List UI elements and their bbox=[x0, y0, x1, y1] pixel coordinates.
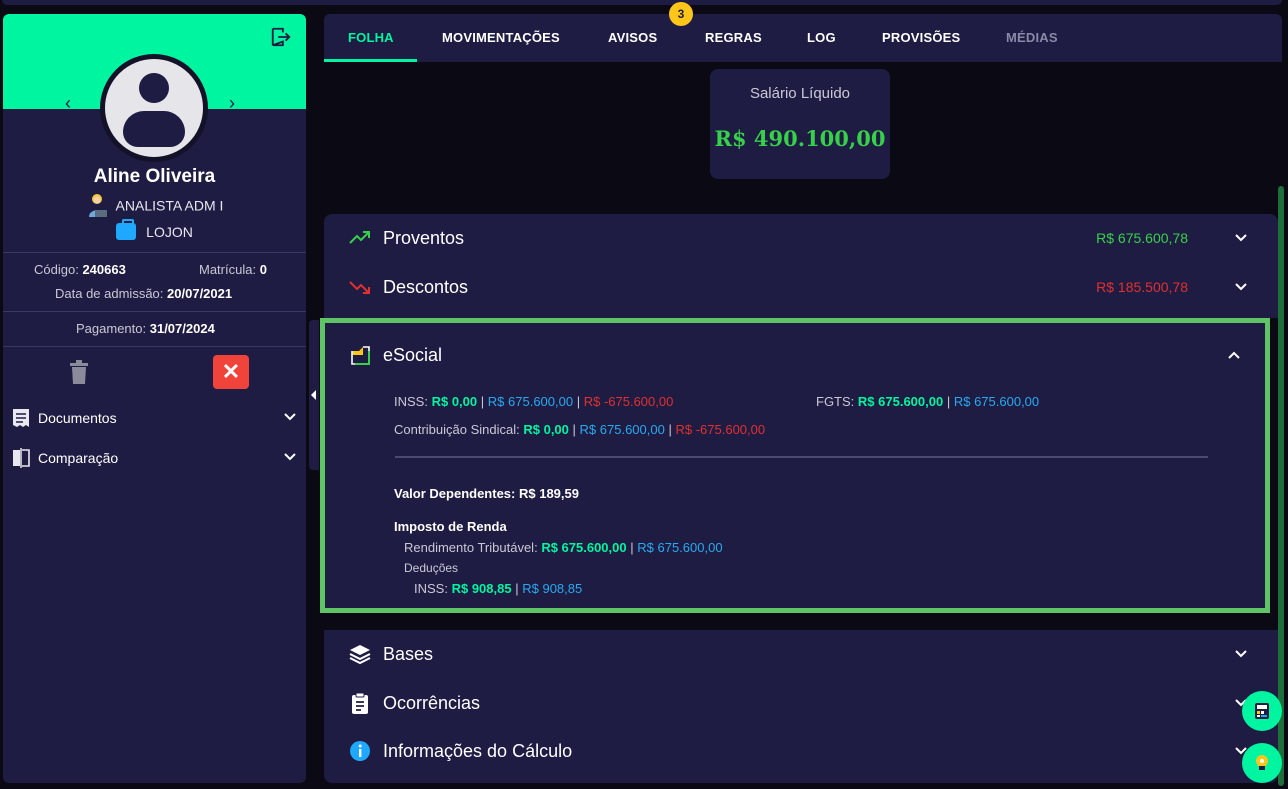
matricula-info: Matrícula: 0 bbox=[199, 262, 267, 277]
lightbulb-icon bbox=[1256, 755, 1268, 770]
divider bbox=[395, 456, 1208, 458]
avisos-count-badge: 3 bbox=[669, 2, 693, 26]
fgts-line: FGTS: R$ 675.600,00 | R$ 675.600,00 bbox=[816, 394, 1040, 409]
briefcase-icon bbox=[116, 218, 137, 240]
section-informacoes-calculo[interactable]: Informações do Cálculo bbox=[324, 727, 1278, 775]
menu-label: Comparação bbox=[38, 450, 119, 466]
imposto-renda-title: Imposto de Renda bbox=[394, 519, 507, 534]
section-title: Proventos bbox=[383, 228, 465, 248]
chevron-down-icon bbox=[284, 413, 296, 421]
top-strip bbox=[0, 0, 1288, 6]
section-esocial: eSocial INSS: R$ 0,00 | R$ 675.600,00 | … bbox=[320, 318, 1270, 613]
section-title: Descontos bbox=[383, 277, 469, 297]
dependentes-value: Valor Dependentes: R$ 189,59 bbox=[394, 486, 579, 501]
deducoes-label: Deduções bbox=[404, 561, 459, 575]
clipboard-icon bbox=[352, 692, 368, 714]
section-title[interactable]: eSocial bbox=[383, 345, 442, 366]
tab-bar: FOLHA MOVIMENTAÇÕES AVISOS REGRAS LOG PR… bbox=[324, 14, 1282, 62]
receipt-icon bbox=[13, 409, 29, 427]
section-title: Informações do Cálculo bbox=[383, 741, 573, 761]
menu-label: Documentos bbox=[38, 410, 117, 426]
menu-item-documentos[interactable]: Documentos bbox=[11, 406, 301, 430]
info-icon bbox=[350, 741, 370, 761]
deducao-inss-line: INSS: R$ 908,85 | R$ 908,85 bbox=[414, 581, 583, 596]
employee-sidebar: ‹ › Aline Oliveira ANALISTA ADM I LOJON … bbox=[3, 14, 306, 783]
next-employee-icon[interactable]: › bbox=[229, 94, 243, 112]
section-ocorrencias[interactable]: Ocorrências bbox=[324, 679, 1278, 727]
divider bbox=[3, 252, 306, 253]
employee-company: LOJON bbox=[3, 218, 306, 242]
sidebar-collapse-handle[interactable] bbox=[309, 320, 319, 470]
section-title: Bases bbox=[383, 644, 434, 664]
admissao-info: Data de admissão: 20/07/2021 bbox=[55, 286, 233, 301]
section-proventos[interactable]: Proventos R$ 675.600,78 bbox=[324, 214, 1278, 262]
caret-left-icon bbox=[311, 390, 316, 400]
net-salary-label: Salário Líquido bbox=[749, 85, 851, 102]
tab-medias[interactable]: MÉDIAS bbox=[1006, 30, 1058, 45]
section-descontos[interactable]: Descontos R$ 185.500,78 bbox=[324, 263, 1278, 311]
logout-icon[interactable] bbox=[270, 26, 292, 48]
net-salary-value: R$ 490.100,00 bbox=[714, 126, 886, 151]
chevron-down-icon bbox=[1235, 234, 1247, 242]
net-salary-card: Salário Líquido R$ 490.100,00 bbox=[710, 69, 890, 179]
proventos-total: R$ 675.600,78 bbox=[1096, 230, 1188, 246]
menu-item-comparacao[interactable]: Comparação bbox=[11, 446, 301, 470]
esocial-icon bbox=[351, 346, 370, 365]
calculator-fab-button[interactable] bbox=[1242, 691, 1282, 731]
role-label: ANALISTA ADM I bbox=[115, 197, 224, 214]
accordion-top: Proventos R$ 675.600,78 Descontos R$ 185… bbox=[324, 214, 1278, 318]
scrollbar[interactable] bbox=[1278, 186, 1284, 786]
inss-line: INSS: R$ 0,00 | R$ 675.600,00 | R$ -675.… bbox=[394, 394, 674, 409]
chevron-down-icon bbox=[1235, 283, 1247, 291]
layers-icon bbox=[349, 645, 371, 665]
prev-employee-icon[interactable]: ‹ bbox=[65, 94, 79, 112]
sindical-line: Contribuição Sindical: R$ 0,00 | R$ 675.… bbox=[394, 422, 766, 437]
rendimento-line: Rendimento Tributável: R$ 675.600,00 | R… bbox=[404, 540, 723, 555]
chevron-down-icon bbox=[284, 453, 296, 461]
avatar bbox=[100, 54, 208, 162]
tab-avisos[interactable]: AVISOS bbox=[608, 30, 657, 45]
divider bbox=[3, 311, 306, 312]
chevron-up-icon[interactable] bbox=[1227, 348, 1241, 362]
chevron-down-icon bbox=[1235, 650, 1247, 658]
company-label: LOJON bbox=[146, 224, 193, 240]
active-tab-indicator bbox=[324, 59, 417, 62]
codigo-info: Código: 240663 bbox=[34, 262, 126, 277]
calculator-icon bbox=[1255, 703, 1269, 719]
descontos-total: R$ 185.500,78 bbox=[1096, 279, 1188, 295]
divider bbox=[3, 346, 306, 347]
compare-icon bbox=[13, 448, 30, 468]
tab-regras[interactable]: REGRAS bbox=[705, 30, 762, 45]
pagamento-info: Pagamento: 31/07/2024 bbox=[76, 321, 215, 336]
employee-role: ANALISTA ADM I bbox=[3, 194, 306, 219]
trending-down-icon bbox=[349, 281, 370, 294]
office-worker-icon bbox=[88, 194, 107, 217]
delete-button[interactable]: ✕ bbox=[213, 355, 249, 389]
trash-icon[interactable] bbox=[69, 360, 89, 384]
employee-name: Aline Oliveira bbox=[93, 166, 216, 187]
section-title: Ocorrências bbox=[383, 693, 481, 713]
accordion-bottom: Bases Ocorrências Informações do Cálculo bbox=[324, 630, 1278, 783]
tips-fab-button[interactable] bbox=[1242, 743, 1282, 783]
tab-folha[interactable]: FOLHA bbox=[348, 30, 394, 45]
tab-movimentacoes[interactable]: MOVIMENTAÇÕES bbox=[442, 30, 560, 45]
tab-log[interactable]: LOG bbox=[807, 30, 836, 45]
tab-provisoes[interactable]: PROVISÕES bbox=[882, 30, 960, 45]
section-bases[interactable]: Bases bbox=[324, 630, 1278, 678]
trending-up-icon bbox=[349, 231, 370, 244]
